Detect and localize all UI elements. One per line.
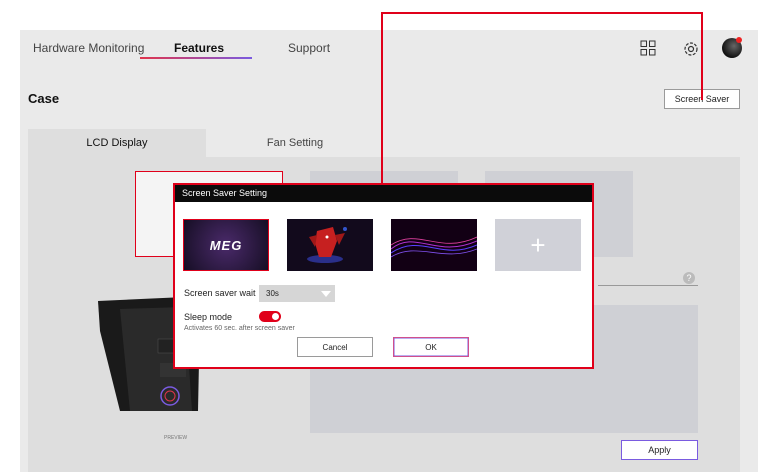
annotation-line xyxy=(381,12,703,14)
tab-lcd-display[interactable]: LCD Display xyxy=(28,129,206,157)
tab-hardware-monitoring[interactable]: Hardware Monitoring xyxy=(33,41,144,55)
wait-select[interactable]: 30s xyxy=(259,285,335,302)
question-icon[interactable]: ? xyxy=(683,272,695,284)
screen-saver-dialog: Screen Saver Setting MEG + Screen saver … xyxy=(173,183,594,369)
sleep-toggle[interactable] xyxy=(259,311,281,322)
wait-label: Screen saver wait xyxy=(184,288,256,298)
preview-label: PREVIEW xyxy=(164,435,188,441)
cancel-button[interactable]: Cancel xyxy=(297,337,373,357)
annotation-line xyxy=(381,12,383,185)
toggle-knob xyxy=(272,313,279,320)
active-tab-underline xyxy=(140,57,252,59)
wait-value: 30s xyxy=(266,289,279,298)
tab-features[interactable]: Features xyxy=(174,41,224,55)
plus-icon: + xyxy=(530,230,546,260)
dialog-title: Screen Saver Setting xyxy=(175,185,592,202)
sleep-note: Activates 60 sec. after screen saver xyxy=(184,325,295,332)
thumbnail-dragon[interactable] xyxy=(287,219,373,271)
thumbnail-waves[interactable] xyxy=(391,219,477,271)
page-title: Case xyxy=(28,91,60,106)
ok-button[interactable]: OK xyxy=(393,337,469,357)
top-nav: Hardware Monitoring Features Support xyxy=(20,30,758,64)
annotation-line xyxy=(701,12,703,100)
thumbnail-meg[interactable]: MEG xyxy=(183,219,269,271)
chevron-down-icon xyxy=(321,291,331,297)
meg-logo-text: MEG xyxy=(209,237,243,253)
sleep-label: Sleep mode xyxy=(184,312,233,322)
tab-fan-setting[interactable]: Fan Setting xyxy=(206,129,384,157)
notification-dot xyxy=(736,37,742,43)
tab-support[interactable]: Support xyxy=(288,41,330,55)
apply-button[interactable]: Apply xyxy=(621,440,698,460)
divider xyxy=(598,285,698,286)
thumbnail-add[interactable]: + xyxy=(495,219,581,271)
apps-grid-icon[interactable] xyxy=(640,40,660,60)
settings-gear-icon[interactable] xyxy=(682,40,702,60)
